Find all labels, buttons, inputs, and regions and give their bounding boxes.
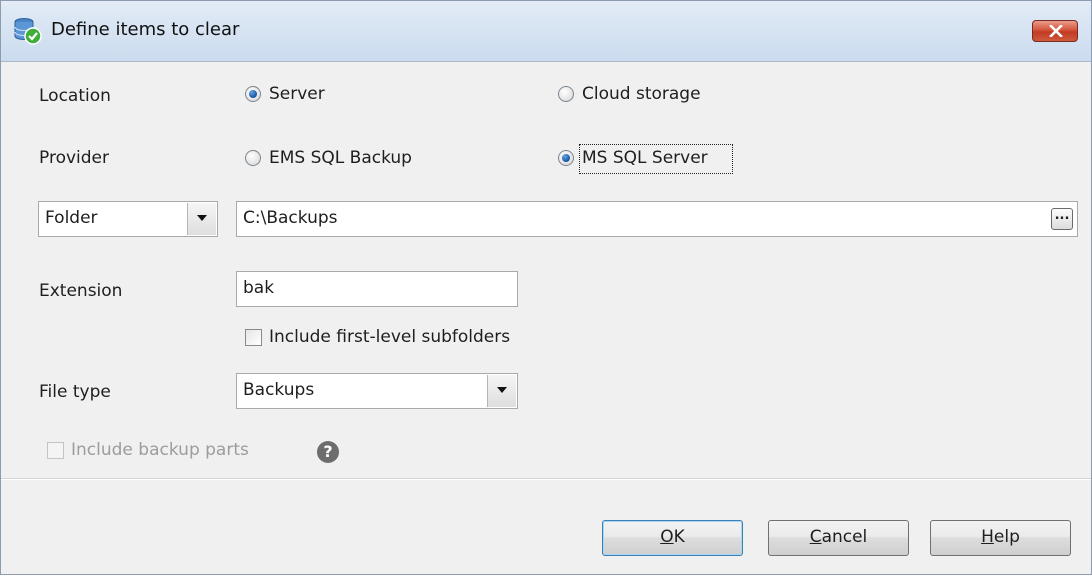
- radio-ms-sql-server[interactable]: [558, 150, 574, 166]
- browse-folder-button[interactable]: ...: [1051, 208, 1073, 230]
- help-mnemonic: H: [981, 527, 994, 547]
- cancel-mnemonic: C: [809, 527, 822, 547]
- button-separator: [1, 478, 1091, 480]
- radio-server[interactable]: [245, 86, 261, 102]
- radio-ems-sql-backup-label[interactable]: EMS SQL Backup: [269, 148, 412, 168]
- extension-input[interactable]: bak: [236, 271, 518, 307]
- file-type-dropdown-button[interactable]: [487, 375, 516, 407]
- include-backup-parts-label: Include backup parts: [71, 440, 249, 460]
- close-button[interactable]: [1032, 20, 1078, 42]
- file-type-value: Backups: [243, 380, 315, 400]
- database-clear-icon: [13, 16, 43, 46]
- radio-cloud-storage[interactable]: [558, 86, 574, 102]
- source-type-combo[interactable]: Folder: [38, 201, 218, 237]
- cancel-button[interactable]: Cancel: [768, 520, 909, 556]
- help-icon[interactable]: ?: [317, 441, 339, 463]
- radio-server-label[interactable]: Server: [269, 84, 325, 104]
- radio-cloud-storage-label[interactable]: Cloud storage: [582, 84, 701, 104]
- ok-label-rest: K: [673, 527, 685, 547]
- location-label: Location: [39, 86, 111, 106]
- radio-ms-sql-server-label[interactable]: MS SQL Server: [582, 148, 708, 168]
- ok-mnemonic: O: [660, 527, 674, 547]
- extension-value: bak: [243, 278, 275, 298]
- help-label-rest: elp: [993, 527, 1020, 547]
- title-bar[interactable]: Define items to clear: [1, 1, 1091, 62]
- provider-label: Provider: [39, 148, 109, 168]
- radio-ems-sql-backup[interactable]: [245, 150, 261, 166]
- ok-button[interactable]: OK: [602, 520, 743, 556]
- dialog-window: Define items to clear Location Server Cl…: [0, 0, 1092, 575]
- extension-label: Extension: [39, 281, 123, 301]
- include-subfolders-checkbox[interactable]: [245, 329, 262, 346]
- folder-path-input[interactable]: C:\Backups: [236, 201, 1078, 237]
- file-type-label: File type: [39, 382, 111, 402]
- include-backup-parts-checkbox[interactable]: [47, 442, 64, 459]
- include-subfolders-label[interactable]: Include first-level subfolders: [269, 327, 510, 347]
- dialog-content: Location Server Cloud storage Provider E…: [1, 62, 1091, 574]
- help-button[interactable]: Help: [930, 520, 1071, 556]
- source-type-value: Folder: [45, 208, 98, 228]
- folder-path-value: C:\Backups: [243, 208, 338, 228]
- cancel-label-rest: ancel: [821, 527, 868, 547]
- window-title: Define items to clear: [51, 19, 240, 40]
- source-type-dropdown-button[interactable]: [187, 203, 216, 235]
- file-type-combo[interactable]: Backups: [236, 373, 518, 409]
